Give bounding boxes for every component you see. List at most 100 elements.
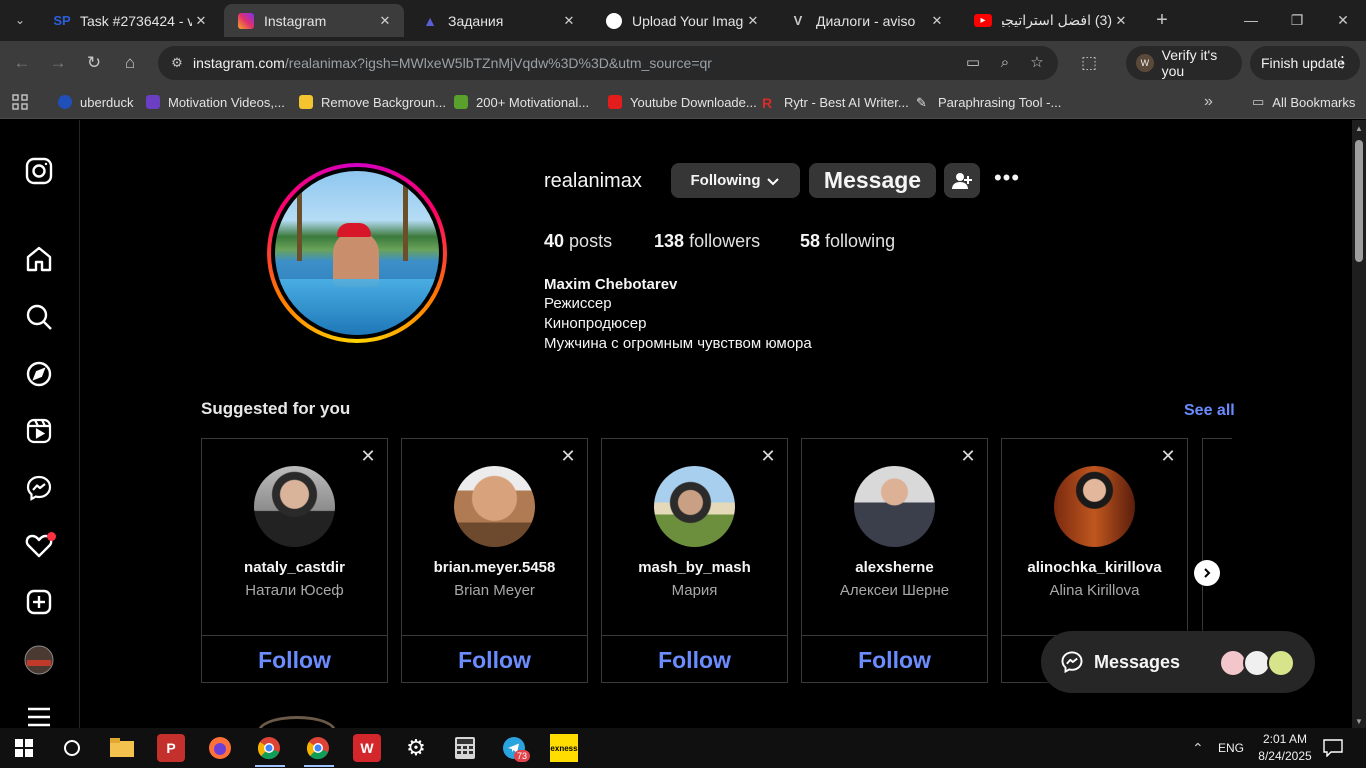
follow-button[interactable]: Follow [402, 635, 587, 683]
tab-zadaniya[interactable]: ▲ Задания ✕ [408, 4, 588, 37]
tab-task[interactable]: SP Task #2736424 - view ✕ [40, 4, 220, 37]
suggestion-username[interactable]: brian.meyer.5458 [402, 559, 587, 576]
suggestion-avatar[interactable] [254, 466, 335, 547]
reels-icon[interactable] [24, 416, 54, 446]
close-icon[interactable]: ✕ [192, 13, 210, 29]
scroll-up-icon[interactable]: ▲ [1355, 124, 1363, 133]
apps-grid-icon[interactable] [12, 92, 28, 112]
messenger-icon[interactable] [24, 473, 54, 503]
site-info-icon[interactable]: ⚙ [168, 54, 186, 72]
following-link[interactable]: 58 following [800, 231, 895, 252]
verify-profile-button[interactable]: W Verify it's you [1126, 46, 1242, 80]
follow-button[interactable]: Follow [602, 635, 787, 683]
install-app-icon[interactable]: ▭ [963, 53, 983, 73]
address-bar[interactable]: ⚙ instagram.com/realanimax?igsh=MWlxeW5l… [158, 46, 1058, 80]
message-button[interactable]: Message [809, 163, 936, 198]
restore-button[interactable]: ❐ [1274, 6, 1320, 34]
menu-icon[interactable] [24, 702, 54, 728]
instagram-logo-icon[interactable] [24, 156, 54, 186]
extensions-icon[interactable]: ⬚ [1077, 51, 1101, 75]
calculator-icon[interactable] [451, 734, 479, 762]
tab-upload-images[interactable]: Upload Your Images ✕ [592, 4, 772, 37]
file-explorer-icon[interactable] [108, 734, 136, 762]
tab-aviso[interactable]: V Диалоги - aviso ✕ [776, 4, 956, 37]
new-tab-button[interactable]: + [1150, 8, 1174, 32]
reload-icon[interactable]: ↻ [82, 51, 106, 75]
see-all-link[interactable]: See all [1184, 402, 1235, 420]
chrome-profile-icon[interactable] [255, 734, 283, 762]
firefox-icon[interactable] [206, 734, 234, 762]
more-bookmarks-icon[interactable]: » [1204, 92, 1213, 112]
bookmark-item[interactable]: ✎ Paraphrasing Tool -... [916, 92, 1061, 112]
settings-gear-icon[interactable]: ⚙ [402, 734, 430, 762]
menu-dots-icon[interactable]: ⋮ [1335, 53, 1350, 71]
close-icon[interactable]: ✕ [744, 13, 762, 29]
zoom-icon[interactable]: ⌕ [995, 53, 1015, 73]
address-url[interactable]: instagram.com/realanimax?igsh=MWlxeW5lbT… [193, 55, 712, 71]
following-number: 58 [800, 231, 821, 251]
all-bookmarks[interactable]: ▭ All Bookmarks [1252, 92, 1355, 112]
minimize-button[interactable]: — [1228, 6, 1274, 34]
home-icon[interactable]: ⌂ [118, 51, 142, 75]
cortana-search-icon[interactable] [58, 734, 86, 762]
page-scrollbar[interactable]: ▲ ▼ [1352, 120, 1366, 728]
profile-avatar[interactable] [267, 163, 447, 343]
tab-search-button[interactable]: ⌄ [6, 8, 34, 32]
forward-icon[interactable]: → [46, 51, 70, 75]
bookmark-item[interactable]: R Rytr - Best AI Writer... [762, 92, 909, 112]
scroll-thumb[interactable] [1355, 140, 1363, 262]
dismiss-icon[interactable]: ✕ [359, 447, 377, 465]
back-icon[interactable]: ← [10, 51, 34, 75]
dismiss-icon[interactable]: ✕ [559, 447, 577, 465]
dismiss-icon[interactable]: ✕ [759, 447, 777, 465]
close-icon[interactable]: ✕ [560, 13, 578, 29]
suggestion-avatar[interactable] [654, 466, 735, 547]
chrome-icon[interactable] [304, 734, 332, 762]
tab-instagram[interactable]: Instagram ✕ [224, 4, 404, 37]
follow-button[interactable]: Follow [202, 635, 387, 683]
bookmark-item[interactable]: Youtube Downloade... [608, 92, 757, 112]
suggestion-username[interactable]: nataly_castdir [202, 559, 387, 576]
home-icon[interactable] [24, 244, 54, 274]
suggestion-username[interactable]: alexsherne [802, 559, 987, 576]
bookmark-item[interactable]: Remove Backgroun... [299, 92, 446, 112]
profile-avatar-icon[interactable] [24, 645, 54, 675]
tray-chevron-icon[interactable]: ⌃ [1192, 728, 1204, 768]
suggestion-username[interactable]: mash_by_mash [602, 559, 787, 576]
bookmark-item[interactable]: uberduck [58, 92, 133, 112]
dismiss-icon[interactable]: ✕ [1159, 447, 1177, 465]
bookmark-item[interactable]: 200+ Motivational... [454, 92, 589, 112]
wps-presentation-icon[interactable]: P [157, 734, 185, 762]
create-icon[interactable] [24, 587, 54, 617]
following-button[interactable]: Following [671, 163, 800, 198]
wps-office-icon[interactable]: W [353, 734, 381, 762]
window-close-button[interactable]: ✕ [1320, 6, 1366, 34]
bookmark-star-icon[interactable]: ☆ [1027, 53, 1047, 73]
dismiss-icon[interactable]: ✕ [959, 447, 977, 465]
system-clock[interactable]: 2:01 AM 8/24/2025 [1255, 731, 1315, 765]
close-icon[interactable]: ✕ [1112, 13, 1130, 29]
add-user-button[interactable] [944, 163, 980, 198]
windows-start-icon[interactable] [10, 734, 38, 762]
follow-button[interactable]: Follow [802, 635, 987, 683]
search-icon[interactable] [24, 302, 54, 332]
messages-drawer[interactable]: Messages [1041, 631, 1315, 693]
bookmark-item[interactable]: Motivation Videos,... [146, 92, 285, 112]
scroll-down-icon[interactable]: ▼ [1355, 717, 1363, 726]
close-icon[interactable]: ✕ [928, 13, 946, 29]
notifications-icon[interactable] [1323, 728, 1343, 768]
next-arrow-button[interactable] [1194, 560, 1220, 586]
suggestion-avatar[interactable] [454, 466, 535, 547]
followers-link[interactable]: 138 followers [654, 231, 760, 252]
explore-icon[interactable] [24, 359, 54, 389]
close-icon[interactable]: ✕ [376, 13, 394, 29]
tab-youtube[interactable]: ▸ (3) افضل استراتيجيات ✕ [960, 4, 1140, 37]
finish-update-button[interactable]: Finish update ⋮ [1250, 46, 1360, 80]
more-options-icon[interactable]: ••• [992, 167, 1022, 192]
suggestion-avatar[interactable] [1054, 466, 1135, 547]
suggestion-avatar[interactable] [854, 466, 935, 547]
youtube-icon: ▸ [974, 14, 992, 27]
exness-icon[interactable]: exness [550, 734, 578, 762]
language-indicator[interactable]: ENG [1218, 728, 1244, 768]
suggestion-username[interactable]: alinochka_kirillova [1002, 559, 1187, 576]
